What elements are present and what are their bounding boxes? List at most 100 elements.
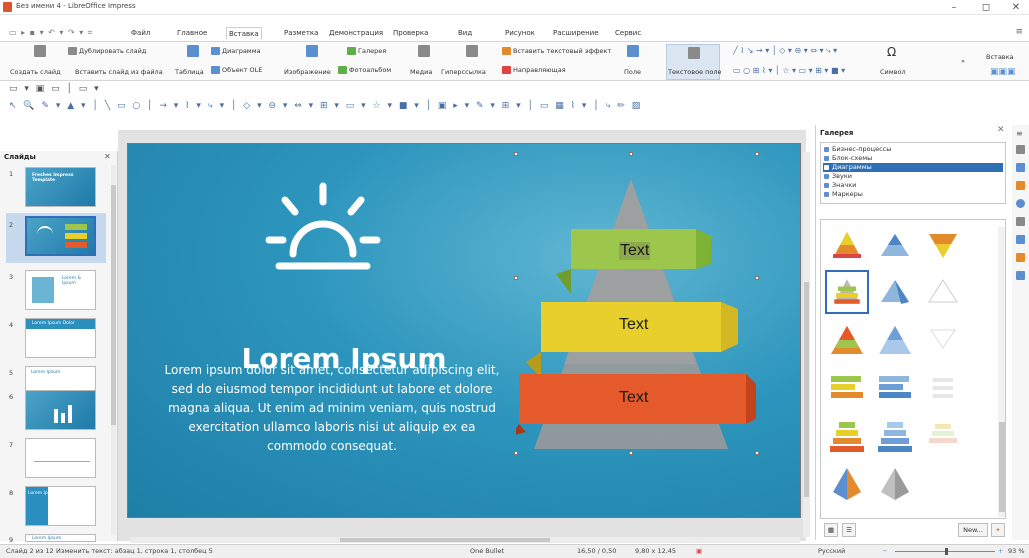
master-slides-icon[interactable]	[1016, 271, 1025, 280]
gallery-tab-icon[interactable]	[1016, 181, 1025, 190]
tab-layout[interactable]: Разметка	[282, 27, 320, 40]
insert-slide-from-file-button[interactable]: Вставить слайд из файла	[75, 68, 163, 76]
gallery-item-3d-pyramid-gray[interactable]	[873, 462, 917, 506]
status-language[interactable]: Русский	[818, 547, 845, 555]
slide-thumbnail-2[interactable]	[25, 216, 96, 256]
gallery-item-pyramid-3d-selected[interactable]	[825, 270, 869, 314]
gallery-item-pyramid-levels[interactable]	[825, 318, 869, 362]
zoom-out-icon[interactable]: −	[882, 547, 887, 555]
layout-buttons[interactable]: ▣▣▣	[990, 67, 1016, 77]
selection-handle[interactable]	[629, 152, 633, 156]
image-button[interactable]: Изображение	[284, 68, 331, 76]
field-button[interactable]: Поле	[624, 68, 641, 76]
gallery-theme-item[interactable]: Маркеры	[823, 190, 1003, 199]
shapes-row-2[interactable]: ▭ ○ ⊞ ⌇ ▾ │ ☆ ▾ ▭ ▾ ⊞ ▾ ■ ▾	[733, 66, 845, 75]
tab-home[interactable]: Главное	[175, 27, 209, 40]
gallery-item-stacked-pyramid-blue[interactable]	[873, 414, 917, 458]
selection-handle[interactable]	[629, 451, 633, 455]
pyramid-label-top[interactable]: Text	[619, 242, 651, 260]
slide-thumbnail-3[interactable]: Lorem & Ipsum	[25, 270, 96, 310]
gallery-item-pyramid-colored[interactable]	[825, 224, 869, 268]
shapes-row-1[interactable]: ╱ ⌇ ↘ → ▾ │ ◇ ▾ ⊖ ▾ ⇔ ▾ ⤷ ▾	[733, 46, 837, 56]
document-modified-icon[interactable]: ▣	[696, 547, 702, 555]
gallery-scrollbar[interactable]	[998, 227, 1005, 517]
selection-handle[interactable]	[755, 451, 759, 455]
gallery-item-triangle-faint[interactable]	[921, 318, 965, 362]
minimize-button[interactable]: –	[942, 1, 966, 14]
drawing-toolbar-buttons[interactable]: ↖ 🔍 ✎ ▾ ▲ ▾ │ ╲ ▭ ○ │ → ▾ ⌇ ▾ ⤷ ▾ │ ◇ ▾ …	[9, 101, 642, 111]
gallery-item-stacked-pyramid-pastel[interactable]	[921, 414, 965, 458]
insert-menu-button[interactable]: Вставка	[986, 53, 1014, 61]
gallery-item-stacked-pyramid[interactable]	[825, 414, 869, 458]
tab-review[interactable]: Проверка	[391, 27, 430, 40]
maximize-button[interactable]: ◻	[974, 1, 998, 14]
slide-thumbnail-6[interactable]	[25, 390, 96, 430]
menu-hamburger-icon[interactable]: ≡	[1015, 27, 1023, 37]
selection-handle[interactable]	[514, 276, 518, 280]
slide-thumbnail-4[interactable]: Lorem Ipsum Dolor	[25, 318, 96, 358]
guide-button[interactable]: Направляющая	[502, 66, 566, 74]
tab-extension[interactable]: Расширение	[551, 27, 601, 40]
quick-access-toolbar[interactable]: ▭ ▸ ▪ ▾ ↶ ▾ ↷ ▾ ⌗	[9, 28, 93, 38]
selection-handle[interactable]	[514, 152, 518, 156]
gallery-close-icon[interactable]: ✕	[997, 125, 1005, 135]
navigator-icon[interactable]	[1016, 199, 1025, 208]
styles-icon[interactable]	[1016, 163, 1025, 172]
gallery-item-bar-list[interactable]	[825, 366, 869, 410]
tab-tools[interactable]: Сервис	[613, 27, 643, 40]
new-slide-button[interactable]: Создать слайд	[10, 68, 61, 76]
text-box-button[interactable]: Текстовое поле	[668, 68, 722, 76]
gallery-item-pyramid-inverted[interactable]	[921, 224, 965, 268]
slide-body-text[interactable]: Lorem ipsum dolor sit amet, consectetur …	[158, 361, 506, 456]
slide-thumbnail-9[interactable]: Lorem Ipsum	[25, 534, 96, 542]
media-button[interactable]: Медиа	[410, 68, 432, 76]
slide-thumbnail-8[interactable]: Lorem Ipsum	[25, 486, 96, 526]
ribbon-overflow-button[interactable]: »	[961, 57, 965, 65]
close-button[interactable]: ✕	[1004, 1, 1028, 14]
gallery-theme-item[interactable]: Значки	[823, 181, 1003, 190]
slides-pane-scrollbar[interactable]	[111, 165, 116, 535]
hyperlink-button[interactable]: Гиперссылка	[441, 68, 486, 76]
gallery-theme-item[interactable]: Блок-схемы	[823, 154, 1003, 163]
gallery-item-pyramid-outline[interactable]	[921, 270, 965, 314]
animation-icon[interactable]	[1016, 253, 1025, 262]
slide-2[interactable]: Lorem Ipsum Lorem ipsum dolor sit amet, …	[127, 143, 801, 518]
zoom-slider-knob[interactable]	[945, 548, 948, 555]
new-theme-button[interactable]: New...	[958, 523, 988, 537]
slide-thumbnail-7[interactable]	[25, 438, 96, 478]
gallery-item-pyramid-3d-blue[interactable]	[873, 270, 917, 314]
display-toolbar-buttons[interactable]: ▭ ▾ ▣ ▭ │ ▭ ▾	[9, 84, 101, 94]
selection-handle[interactable]	[755, 152, 759, 156]
duplicate-slide-button[interactable]: Дублировать слайд	[68, 47, 146, 55]
detail-view-button[interactable]: ☰	[842, 523, 856, 537]
slide-thumbnail-1[interactable]: Freshes Impress Template	[25, 167, 96, 207]
zoom-in-icon[interactable]: +	[998, 547, 1003, 555]
chart-button[interactable]: Диаграмма	[211, 47, 261, 55]
table-button[interactable]: Таблица	[175, 68, 204, 76]
ole-object-button[interactable]: Объект OLE	[211, 66, 262, 74]
canvas-vertical-scrollbar[interactable]	[803, 152, 810, 537]
tab-slideshow[interactable]: Демонстрация	[327, 27, 385, 40]
gallery-theme-item[interactable]: Звуки	[823, 172, 1003, 181]
canvas-horizontal-scrollbar[interactable]	[130, 537, 800, 543]
photo-album-button[interactable]: Фотоальбом	[338, 66, 391, 74]
gallery-item-bar-list-faint[interactable]	[921, 366, 965, 410]
selection-handle[interactable]	[514, 451, 518, 455]
theme-properties-button[interactable]: ✦	[991, 523, 1005, 537]
status-layout[interactable]: One Bullet	[470, 547, 504, 555]
tab-view[interactable]: Вид	[456, 27, 474, 40]
status-zoom[interactable]: 93 %	[1008, 547, 1025, 555]
pyramid-diagram[interactable]	[516, 174, 756, 454]
gallery-item-3d-pyramid[interactable]	[825, 462, 869, 506]
gallery-button[interactable]: Галерея	[347, 47, 386, 55]
symbol-button[interactable]: Символ	[880, 68, 906, 76]
tab-drawing[interactable]: Рисунок	[503, 27, 537, 40]
tab-insert[interactable]: Вставка	[226, 27, 262, 40]
gallery-item-pyramid-light-blue[interactable]	[873, 318, 917, 362]
fontwork-button[interactable]: Вставить текстовый эффект	[502, 47, 611, 55]
pyramid-label-middle[interactable]: Text	[619, 316, 648, 334]
slides-pane-close-icon[interactable]: ✕	[104, 152, 111, 161]
slide-transition-icon[interactable]	[1016, 235, 1025, 244]
shapes-icon[interactable]	[1016, 217, 1025, 226]
tab-file[interactable]: Файл	[129, 27, 152, 40]
